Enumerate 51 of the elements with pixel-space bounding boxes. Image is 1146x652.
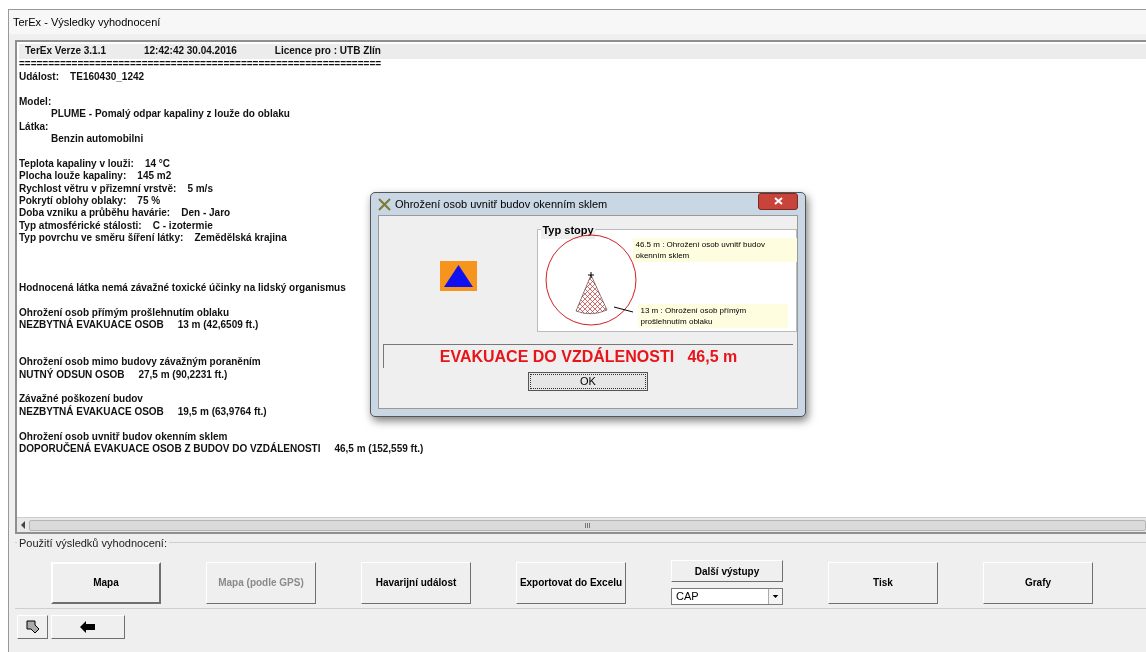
header-text: Licence pro : UTB Zlín xyxy=(274,45,381,58)
close-icon xyxy=(773,197,783,205)
output-format-dropdown[interactable]: CAP xyxy=(671,588,783,605)
report-line: Hodnocená látka nemá závažné toxické účinky na lidský organismus xyxy=(19,281,346,295)
leader-line xyxy=(614,306,635,314)
dialog-title: Ohrožení osob uvnitř budov okenním sklem xyxy=(395,196,608,212)
report-line: Ohrožení osob uvnitř budov okenním sklem xyxy=(19,430,228,442)
zone-label: 13 m : Ohrožení osob přímým prošlehnutím oblaku xyxy=(638,304,789,328)
arrow-left-icon xyxy=(79,620,97,634)
report-line: Model: xyxy=(19,95,52,109)
header-text: TerEx Verze 3.1.1 xyxy=(25,45,106,58)
report-line: Závažné poškození budov xyxy=(19,393,143,406)
ok-button[interactable]: OK xyxy=(528,372,648,391)
action-button[interactable]: Havarijní událost xyxy=(361,561,471,604)
horizontal-scrollbar[interactable] xyxy=(17,517,1146,532)
report-line: Typ povrchu ve směru šíření látky: Zemědělská krajina xyxy=(19,232,287,245)
report-line: DOPORUČENÁ EVAKUACE OSOB Z BUDOV DO VZDÁLENOSTI 46,5 m (152,559 ft.) xyxy=(19,443,424,456)
result-panel: EVAKUACE DO VZDÁLENOSTI 46,5 m xyxy=(383,344,793,368)
report-line: Plocha louže kapaliny: 145 m2 xyxy=(19,170,172,183)
section-label: Použití výsledků vyhodnocení: xyxy=(17,535,169,552)
report-line: PLUME - Pomalý odpar kapaliny z louže do oblaku xyxy=(50,108,290,121)
report-line: NUTNÝ ODSUN OSOB 27,5 m (90,2231 ft.) xyxy=(19,368,228,382)
report-line: Událost: TE160430_1242 xyxy=(19,71,145,84)
report-line: Ohrožení osob mimo budovy závažným poraněním xyxy=(19,356,261,368)
civil-protection-icon xyxy=(439,261,477,291)
header-text: 12:42:42 30.04.2016 xyxy=(144,45,237,58)
grip-icon xyxy=(584,522,591,528)
arrow-down-right-icon xyxy=(24,619,41,635)
report-line: Typ atmosférické stálosti: C - izotermie xyxy=(19,219,213,233)
back-button[interactable] xyxy=(51,615,125,639)
report-line: Látka: xyxy=(19,120,49,133)
report-line: ============================================================== xyxy=(19,59,382,69)
more-outputs-button[interactable]: Další výstupy xyxy=(671,560,783,582)
action-button[interactable]: Grafy xyxy=(983,561,1093,604)
tool-button[interactable] xyxy=(17,615,48,639)
report-line: Ohrožení osob přímým prošlehnutím oblaku xyxy=(19,306,230,318)
report-line: NEZBYTNÁ EVAKUACE OSOB 19,5 m (63,9764 ft.) xyxy=(19,405,267,419)
zone-label: 46.5 m : Ohrožení osob uvnitř budov okenním sklem xyxy=(633,238,798,262)
report-line: Rychlost větru v přizemní vrstvě: 5 m/s xyxy=(19,182,213,196)
action-button[interactable]: Tisk xyxy=(828,561,938,604)
crossed-tools-icon xyxy=(378,197,391,211)
report-line: Pokrytí oblohy oblaky: 75 % xyxy=(19,195,161,208)
action-button[interactable]: Exportovat do Excelu xyxy=(516,561,626,604)
close-button[interactable] xyxy=(758,192,798,210)
window-title: TerEx - Výsledky vyhodnocení xyxy=(9,10,1146,34)
report-line: Teplota kapaliny v louži: 14 °C xyxy=(19,157,171,171)
report-line: Doba vzniku a průběhu havárie: Den - Jaro xyxy=(19,207,231,220)
report-line: NEZBYTNÁ EVAKUACE OSOB 13 m (42,6509 ft.) xyxy=(19,319,259,332)
action-button[interactable]: Mapa xyxy=(51,561,161,604)
scrollbar-thumb[interactable] xyxy=(29,519,1146,531)
report-line: Benzin automobilni xyxy=(50,133,144,146)
